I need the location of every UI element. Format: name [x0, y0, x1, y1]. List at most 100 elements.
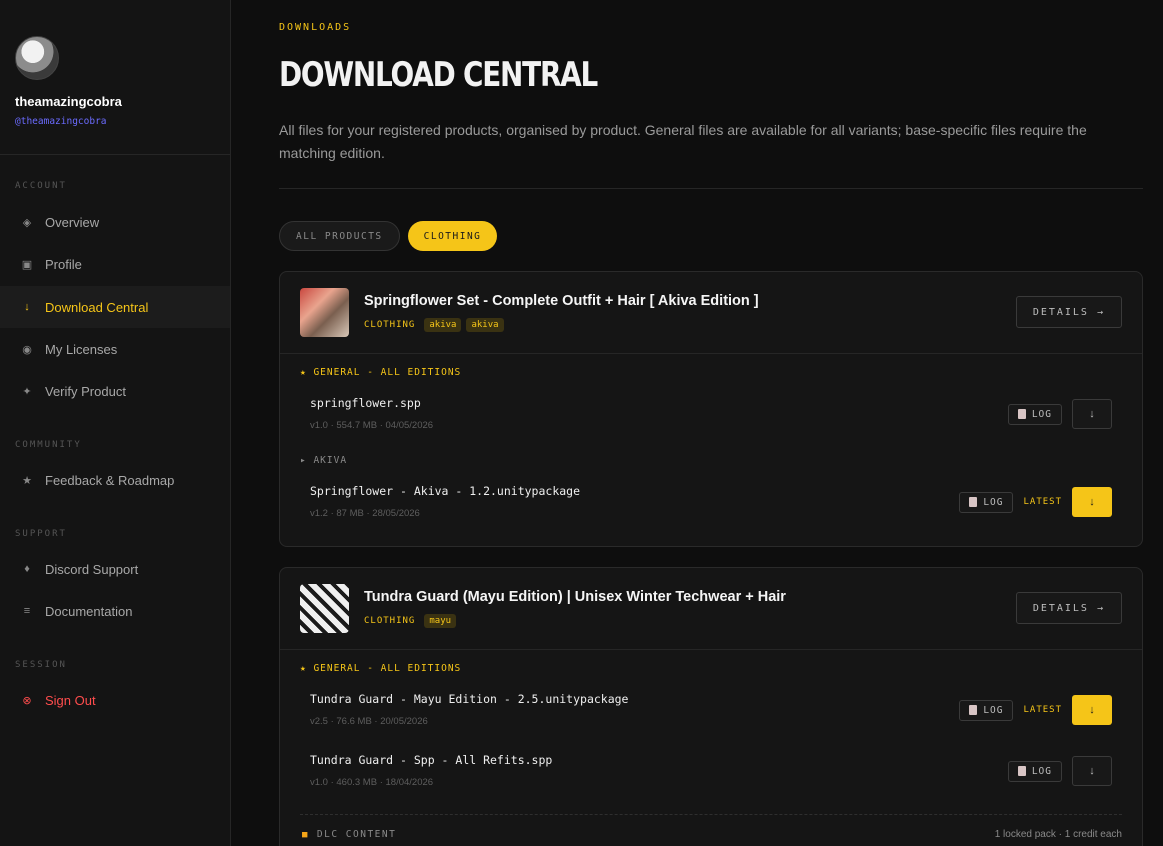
nav-section-community: COMMUNITY [15, 440, 82, 450]
lock-icon: ■ [302, 829, 309, 840]
discord-icon: ♦ [24, 563, 30, 575]
product-tags: CLOTHING akiva akiva [364, 318, 504, 332]
download-button[interactable]: ↓ [1072, 756, 1112, 786]
log-icon [969, 497, 978, 507]
nav-item-label: Sign Out [45, 692, 96, 708]
product-title: Springflower Set - Complete Outfit + Hai… [364, 293, 759, 309]
product-card-tundra-guard: Tundra Guard (Mayu Edition) | Unisex Win… [279, 567, 1143, 846]
log-label: LOG [1031, 408, 1052, 420]
details-button[interactable]: DETAILS → [1015, 592, 1122, 624]
details-button[interactable]: DETAILS → [1015, 296, 1122, 328]
user-handle: @theamazingcobra [15, 116, 107, 127]
nav-item-my-licenses[interactable]: ◉ My Licenses [0, 328, 230, 370]
file-meta: v1.0 · 460.3 MB · 18/04/2026 [310, 777, 434, 788]
category-label: CLOTHING [364, 320, 416, 330]
page-title: DOWNLOAD CENTRAL [279, 55, 598, 95]
nav-section-session: SESSION [15, 660, 67, 670]
page-description: All files for your registered products, … [279, 122, 1087, 161]
log-button[interactable]: LOG [959, 699, 1014, 721]
overview-icon: ◈ [22, 216, 32, 229]
divider [279, 188, 1143, 189]
general-section-label: ★ GENERAL - ALL EDITIONS [300, 367, 462, 378]
nav-item-verify-product[interactable]: ✦ Verify Product [0, 370, 230, 412]
nav-item-discord-support[interactable]: ♦ Discord Support [0, 548, 230, 590]
file-actions: LOG ↓ [1007, 399, 1112, 429]
download-icon: ↓ [1089, 496, 1095, 508]
download-icon: ↓ [24, 301, 30, 313]
license-icon: ◉ [22, 343, 32, 356]
download-button[interactable]: ↓ [1072, 399, 1112, 429]
edition-tag: akiva [424, 318, 462, 332]
avatar[interactable] [15, 36, 59, 80]
nav-item-label: Profile [45, 256, 82, 272]
sparkle-icon: ✦ [22, 385, 32, 398]
file-actions: LOG LATEST ↓ [959, 695, 1112, 725]
sidebar: theamazingcobra @theamazingcobra ACCOUNT… [0, 0, 231, 846]
general-section-label: ★ GENERAL - ALL EDITIONS [300, 663, 462, 674]
log-icon [1017, 409, 1026, 419]
nav-item-sign-out[interactable]: ⊗ Sign Out [0, 679, 230, 721]
product-title: Tundra Guard (Mayu Edition) | Unisex Win… [364, 589, 786, 605]
file-actions: LOG LATEST ↓ [959, 487, 1112, 517]
profile-block: theamazingcobra @theamazingcobra [0, 0, 230, 155]
username: theamazingcobra [15, 94, 122, 109]
file-meta: v1.0 · 554.7 MB · 04/05/2026 [310, 420, 434, 431]
nav-section-support: SUPPORT [15, 529, 67, 539]
nav-item-label: Overview [45, 214, 100, 230]
nav-item-label: My Licenses [45, 341, 118, 357]
edition-tag: akiva [466, 318, 504, 332]
download-button[interactable]: ↓ [1072, 487, 1112, 517]
product-thumbnail[interactable] [300, 288, 349, 337]
download-icon: ↓ [1089, 704, 1095, 716]
filter-bar: ALL PRODUCTS CLOTHING [279, 221, 498, 251]
product-card-springflower: Springflower Set - Complete Outfit + Hai… [279, 271, 1143, 547]
file-row: Tundra Guard - Mayu Edition - 2.5.unityp… [310, 692, 1112, 732]
product-header: Springflower Set - Complete Outfit + Hai… [280, 272, 1142, 354]
dlc-note: 1 locked pack · 1 credit each [994, 829, 1122, 840]
filter-all-products[interactable]: ALL PRODUCTS [279, 221, 400, 251]
log-button[interactable]: LOG [959, 491, 1014, 513]
latest-badge: LATEST [1023, 497, 1062, 507]
file-actions: LOG ↓ [1007, 756, 1112, 786]
sign-out-icon: ⊗ [22, 694, 32, 707]
log-label: LOG [983, 496, 1004, 508]
log-icon [1017, 766, 1026, 776]
download-icon: ↓ [1089, 408, 1095, 420]
nav-item-download-central[interactable]: ↓ Download Central [0, 286, 230, 328]
filter-clothing[interactable]: CLOTHING [407, 221, 498, 251]
nav-item-label: Verify Product [45, 383, 126, 399]
product-tags: CLOTHING mayu [364, 614, 457, 628]
download-button[interactable]: ↓ [1072, 695, 1112, 725]
nav-item-label: Discord Support [45, 561, 139, 577]
log-button[interactable]: LOG [1007, 403, 1062, 425]
category-label: CLOTHING [364, 616, 416, 626]
nav-section-account: ACCOUNT [15, 181, 67, 191]
log-label: LOG [1031, 765, 1052, 777]
page-eyebrow: DOWNLOADS [279, 22, 352, 33]
nav-item-documentation[interactable]: ≡ Documentation [0, 590, 230, 632]
product-thumbnail[interactable] [300, 584, 349, 633]
nav-item-overview[interactable]: ◈ Overview [0, 201, 230, 243]
product-header: Tundra Guard (Mayu Edition) | Unisex Win… [280, 568, 1142, 650]
latest-badge: LATEST [1023, 705, 1062, 715]
file-name: Tundra Guard - Spp - All Refits.spp [310, 753, 553, 767]
file-row: Tundra Guard - Spp - All Refits.spp v1.0… [310, 753, 1112, 793]
dlc-label-text: DLC CONTENT [316, 829, 397, 840]
nav-item-label: Documentation [45, 603, 133, 619]
base-section-label: ▸ AKIVA [300, 455, 348, 466]
nav-item-feedback-roadmap[interactable]: ★ Feedback & Roadmap [0, 459, 230, 501]
nav-item-profile[interactable]: ▣ Profile [0, 243, 230, 285]
nav-item-label: Download Central [45, 299, 149, 315]
profile-icon: ▣ [21, 258, 33, 271]
log-button[interactable]: LOG [1007, 760, 1062, 782]
file-row: Springflower - Akiva - 1.2.unitypackage … [310, 484, 1112, 524]
file-row: springflower.spp v1.0 · 554.7 MB · 04/05… [310, 396, 1112, 436]
file-name: springflower.spp [310, 396, 421, 410]
document-icon: ≡ [23, 605, 31, 617]
dlc-section-label[interactable]: ■ DLC CONTENT [302, 829, 396, 840]
star-icon: ★ [22, 474, 32, 487]
download-icon: ↓ [1089, 765, 1095, 777]
dlc-divider [300, 814, 1122, 815]
log-label: LOG [983, 704, 1004, 716]
log-icon [969, 705, 978, 715]
